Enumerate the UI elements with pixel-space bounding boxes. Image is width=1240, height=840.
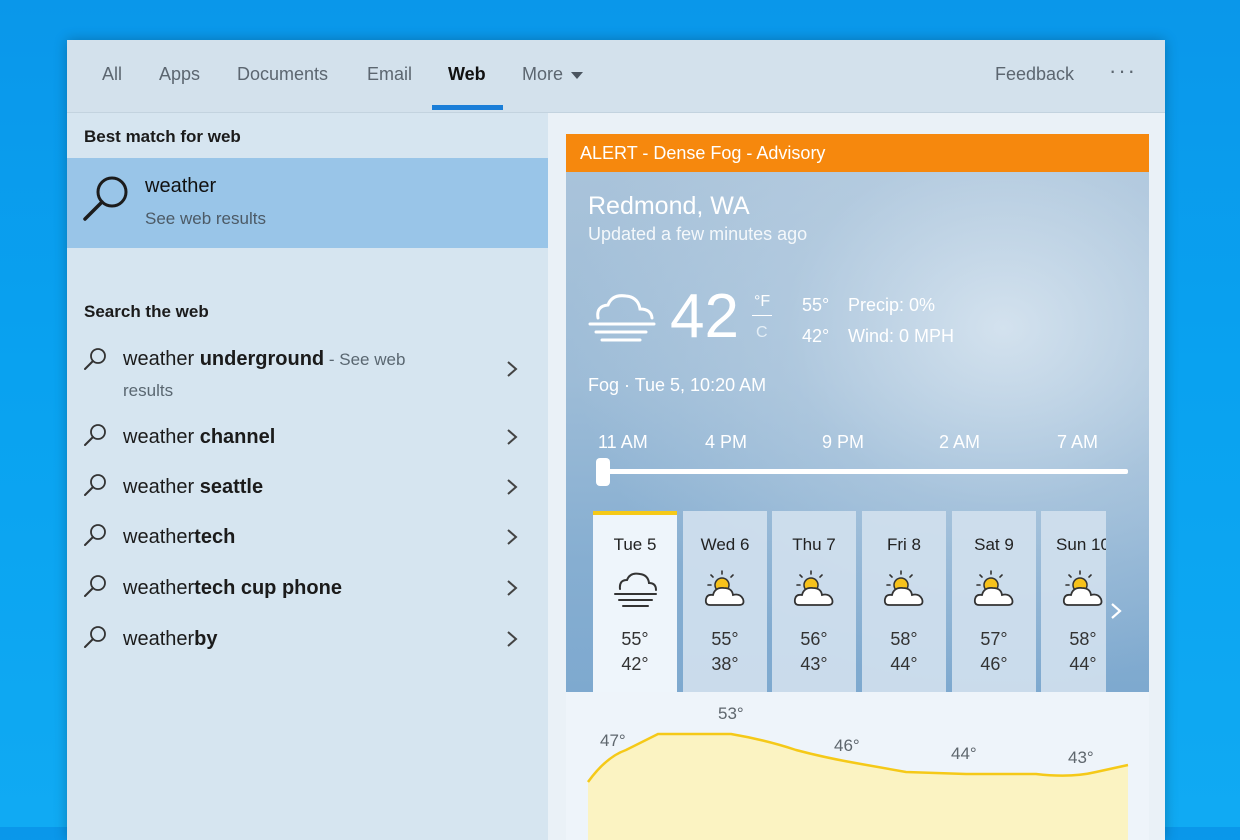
tab-documents[interactable]: Documents <box>237 64 328 85</box>
day-high: 56° <box>800 629 828 649</box>
tab-apps[interactable]: Apps <box>159 64 200 85</box>
suggestion-item[interactable]: weather seattle <box>67 470 548 514</box>
suggestion-text: weather channel <box>123 426 276 448</box>
day-high: 57° <box>980 629 1008 649</box>
partly-cloudy-icon <box>704 570 745 606</box>
daily-forecast: Tue 5 55° 42° Wed 6 55° 38° Thu 7 56° 43… <box>566 134 1106 694</box>
day-high: 58° <box>890 629 918 649</box>
feedback-button[interactable]: Feedback <box>995 64 1074 85</box>
chevron-right-icon <box>507 479 518 495</box>
suggestion-item[interactable]: weather channel <box>67 420 548 464</box>
day-low: 42° <box>621 654 649 674</box>
day-tile[interactable]: Sat 9 57° 46° <box>952 511 1036 693</box>
search-icon <box>83 176 128 221</box>
chevron-right-icon <box>507 631 518 647</box>
chart-temp-label: 47° <box>600 731 626 750</box>
day-low: 44° <box>890 654 918 674</box>
best-match-title: weather <box>145 175 217 197</box>
suggestion-text: weathertech cup phone <box>123 577 342 599</box>
tab-web[interactable]: Web <box>448 64 486 85</box>
day-name: Sat 9 <box>974 535 1014 554</box>
partly-cloudy-icon <box>793 570 834 606</box>
search-icon <box>84 575 106 597</box>
search-icon <box>84 424 106 446</box>
day-low: 46° <box>980 654 1008 674</box>
chart-temp-label: 53° <box>718 704 744 723</box>
search-icon <box>84 348 106 370</box>
suggestion-item[interactable]: weathertech <box>67 520 548 564</box>
search-icon <box>84 524 106 546</box>
day-high: 58° <box>1069 629 1097 649</box>
preview-pane: ALERT - Dense Fog - Advisory Redmond, WA… <box>548 113 1165 840</box>
tab-email[interactable]: Email <box>367 64 412 85</box>
day-name: Fri 8 <box>887 535 921 554</box>
tab-more[interactable]: More <box>522 64 584 85</box>
suggestion-item[interactable]: weatherby <box>67 622 548 666</box>
tab-bar: All Apps Documents Email Web More Feedba… <box>67 40 1165 113</box>
chevron-right-icon <box>507 429 518 445</box>
chevron-right-icon[interactable] <box>1110 602 1122 620</box>
search-panel: All Apps Documents Email Web More Feedba… <box>67 40 1165 840</box>
day-high: 55° <box>621 629 649 649</box>
active-tab-indicator <box>432 105 503 110</box>
suggestion-text: weather underground - See web results <box>123 348 406 400</box>
suggestion-item[interactable]: weathertech cup phone <box>67 571 548 615</box>
chevron-right-icon <box>507 529 518 545</box>
chart-temp-label: 43° <box>1068 748 1094 767</box>
tab-more-label: More <box>522 64 564 84</box>
chart-temp-label: 44° <box>951 744 977 763</box>
caret-down-icon <box>571 71 584 79</box>
day-low: 44° <box>1069 654 1097 674</box>
day-high: 55° <box>711 629 739 649</box>
results-list: Best match for web weather See web resul… <box>67 113 548 840</box>
suggestion-item[interactable]: weather underground - See web results <box>67 340 548 406</box>
best-match-subtitle: See web results <box>145 209 266 228</box>
chevron-right-icon <box>507 361 518 377</box>
temperature-curve <box>586 732 1129 840</box>
suggestion-text: weather seattle <box>123 476 264 498</box>
day-name: Tue 5 <box>613 535 657 554</box>
suggestion-text: weatherby <box>123 628 218 650</box>
day-tile[interactable]: Tue 5 55° 42° <box>593 511 677 693</box>
day-low: 38° <box>711 654 739 674</box>
day-low: 43° <box>800 654 828 674</box>
best-match-heading: Best match for web <box>84 127 241 146</box>
day-tile[interactable]: Fri 8 58° 44° <box>862 511 946 693</box>
best-match-item[interactable]: weather See web results <box>67 158 548 248</box>
fog-icon <box>614 572 657 607</box>
partly-cloudy-icon <box>973 570 1014 606</box>
day-tile[interactable]: Thu 7 56° 43° <box>772 511 856 693</box>
temperature-chart: 47° 53° 46° 44° 43° <box>566 692 1149 840</box>
day-name: Sun 10 <box>1056 535 1106 554</box>
partly-cloudy-icon <box>1062 570 1103 606</box>
day-tile[interactable]: Wed 6 55° 38° <box>683 511 767 693</box>
search-web-heading: Search the web <box>84 302 209 321</box>
day-tile[interactable]: Sun 10 58° 44° <box>1041 511 1106 693</box>
more-options-icon[interactable]: ··· <box>1109 58 1137 84</box>
search-icon <box>84 474 106 496</box>
day-name: Wed 6 <box>700 535 750 554</box>
partly-cloudy-icon <box>883 570 924 606</box>
chart-temp-label: 46° <box>834 736 860 755</box>
weather-card: ALERT - Dense Fog - Advisory Redmond, WA… <box>566 134 1149 840</box>
tab-all[interactable]: All <box>102 64 122 85</box>
search-icon <box>84 626 106 648</box>
day-name: Thu 7 <box>792 535 836 554</box>
suggestion-text: weathertech <box>123 526 236 548</box>
chevron-right-icon <box>507 580 518 596</box>
